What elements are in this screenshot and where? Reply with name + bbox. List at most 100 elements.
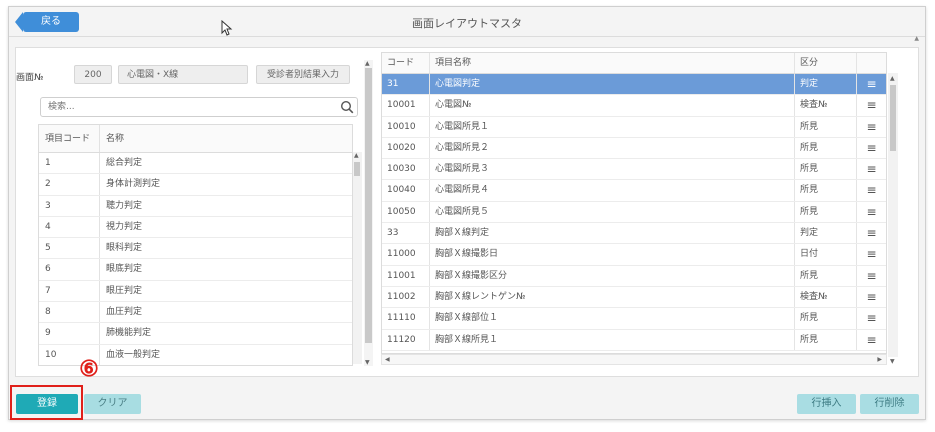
table-row[interactable]: 33 胸部Ｘ線判定 判定 ≡	[382, 223, 886, 245]
drag-handle-icon[interactable]: ≡	[857, 180, 886, 200]
scroll-up-icon[interactable]: ▲	[914, 35, 919, 42]
code-cell: 10010	[382, 116, 430, 137]
screen-no-label: 画面№	[16, 73, 44, 83]
item-name-cell: 胸部Ｘ線レントゲン№	[430, 286, 795, 308]
table-row[interactable]: 10001 心電図№ 検査№ ≡	[382, 95, 886, 117]
item-name-cell: 血圧判定	[106, 307, 143, 318]
code-cell: 11000	[382, 244, 430, 265]
code-cell: 33	[382, 223, 430, 244]
drag-handle-icon[interactable]: ≡	[857, 138, 886, 158]
table-row[interactable]: 2 身体計測判定	[39, 174, 352, 196]
scroll-left-icon[interactable]: ◀	[385, 356, 390, 363]
table-row[interactable]: 5 眼科判定	[39, 238, 352, 260]
scroll-down-icon[interactable]: ▼	[890, 358, 895, 365]
table-row[interactable]: 4 視力判定	[39, 216, 352, 239]
drag-handle-icon[interactable]: ≡	[857, 95, 886, 115]
scroll-up-icon[interactable]: ▲	[890, 75, 895, 82]
item-name-cell: 胸部Ｘ線部位１	[430, 308, 795, 329]
drag-handle-icon[interactable]: ≡	[857, 244, 886, 264]
code-cell: 31	[382, 74, 430, 95]
drag-handle-icon[interactable]: ≡	[857, 266, 886, 286]
table-row[interactable]: 10040 心電図所見４ 所見 ≡	[382, 180, 886, 202]
item-code-cell: 8	[39, 302, 100, 323]
code-cell: 11001	[382, 265, 430, 286]
item-code-cell: 4	[39, 216, 100, 238]
scroll-thumb[interactable]	[354, 162, 360, 176]
category-cell: 所見	[795, 180, 857, 201]
column-header-code[interactable]: コード	[382, 53, 430, 73]
table-row[interactable]: 11000 胸部Ｘ線撮影日 日付 ≡	[382, 244, 886, 266]
item-name-cell: 胸部Ｘ線撮影区分	[430, 265, 795, 286]
column-header-code[interactable]: 項目コード	[39, 125, 100, 152]
screen-name-field[interactable]: 心電図・X線	[118, 65, 248, 84]
table-row[interactable]: 10030 心電図所見３ 所見 ≡	[382, 159, 886, 181]
column-header-category[interactable]: 区分	[795, 53, 857, 73]
table-row[interactable]: 31 心電図判定 判定 ≡	[382, 74, 886, 96]
table-row[interactable]: 1 総合判定	[39, 153, 352, 175]
scroll-right-icon[interactable]: ▶	[877, 356, 882, 363]
table-row[interactable]: 8 血圧判定	[39, 302, 352, 324]
table-row[interactable]: 11120 胸部Ｘ線所見１ 所見 ≡	[382, 329, 886, 351]
scroll-thumb[interactable]	[365, 68, 372, 343]
column-header-menu	[857, 53, 886, 73]
drag-handle-icon[interactable]: ≡	[857, 287, 886, 307]
left-table-scrollbar[interactable]: ▲	[353, 152, 362, 364]
table-row[interactable]: 11002 胸部Ｘ線レントゲン№ 検査№ ≡	[382, 286, 886, 309]
column-header-name[interactable]: 名称	[100, 125, 340, 152]
scroll-thumb[interactable]	[890, 85, 896, 151]
item-code-cell: 5	[39, 238, 100, 259]
table-row[interactable]: 10020 心電図所見２ 所見 ≡	[382, 137, 886, 160]
drag-handle-icon[interactable]: ≡	[857, 117, 886, 137]
category-cell: 検査№	[795, 286, 857, 308]
scroll-up-icon[interactable]: ▲	[365, 60, 370, 67]
result-input-button[interactable]: 受診者別結果入力	[256, 65, 350, 84]
left-panel-scrollbar[interactable]: ▲ ▼	[364, 60, 373, 366]
item-name-cell: 視力判定	[106, 221, 143, 232]
code-cell: 10001	[382, 95, 430, 116]
right-table-hscrollbar[interactable]: ◀ ▶	[381, 354, 887, 365]
item-name-cell: 血液一般判定	[106, 349, 161, 360]
item-name-cell: 眼科判定	[106, 243, 143, 254]
table-row[interactable]: 10050 心電図所見５ 所見 ≡	[382, 201, 886, 224]
layout-items-table: コード 項目名称 区分 31 心電図判定 判定 ≡ 10001 心電図№ 検査№ ≡ 10010…	[381, 52, 887, 354]
delete-row-button[interactable]: 行削除	[860, 394, 919, 414]
item-name-cell: 眼底判定	[106, 264, 143, 275]
table-row[interactable]: 3 聴力判定	[39, 195, 352, 217]
code-cell: 10040	[382, 180, 430, 201]
drag-handle-icon[interactable]: ≡	[857, 308, 886, 328]
screen-no-field[interactable]: 200	[74, 65, 112, 84]
item-code-cell: 9	[39, 323, 100, 344]
item-name-cell: 胸部Ｘ線判定	[430, 223, 795, 244]
category-cell: 判定	[795, 223, 857, 244]
drag-handle-icon[interactable]: ≡	[857, 74, 886, 94]
drag-handle-icon[interactable]: ≡	[857, 223, 886, 243]
search-icon[interactable]	[340, 100, 354, 114]
code-cell: 11110	[382, 308, 430, 329]
table-row[interactable]: 9 肺機能判定	[39, 323, 352, 345]
drag-handle-icon[interactable]: ≡	[857, 202, 886, 222]
item-code-cell: 7	[39, 280, 100, 302]
table-row[interactable]: 11110 胸部Ｘ線部位１ 所見 ≡	[382, 308, 886, 330]
table-row[interactable]: 6 眼底判定	[39, 259, 352, 281]
right-table-scrollbar[interactable]: ▲	[888, 73, 898, 357]
drag-handle-icon[interactable]: ≡	[857, 159, 886, 179]
scroll-down-icon[interactable]: ▼	[365, 359, 370, 366]
search-input[interactable]	[41, 98, 331, 116]
table-row[interactable]: 11001 胸部Ｘ線撮影区分 所見 ≡	[382, 265, 886, 287]
column-header-item-name[interactable]: 項目名称	[430, 53, 795, 73]
item-name-cell: 胸部Ｘ線所見１	[430, 329, 795, 350]
table-row[interactable]: 10010 心電図所見１ 所見 ≡	[382, 116, 886, 138]
code-cell: 11120	[382, 329, 430, 350]
scroll-up-icon[interactable]: ▲	[354, 152, 359, 159]
table-row[interactable]: 7 眼圧判定	[39, 280, 352, 303]
drag-handle-icon[interactable]: ≡	[857, 330, 886, 350]
category-cell: 所見	[795, 159, 857, 180]
item-name-cell: 心電図所見２	[430, 137, 795, 159]
category-cell: 所見	[795, 116, 857, 137]
item-name-cell: 聴力判定	[106, 200, 143, 211]
category-cell: 所見	[795, 329, 857, 350]
insert-row-button[interactable]: 行挿入	[797, 394, 856, 414]
clear-button[interactable]: クリア	[84, 394, 141, 414]
item-name-cell: 心電図所見１	[430, 116, 795, 137]
item-code-cell: 6	[39, 259, 100, 280]
